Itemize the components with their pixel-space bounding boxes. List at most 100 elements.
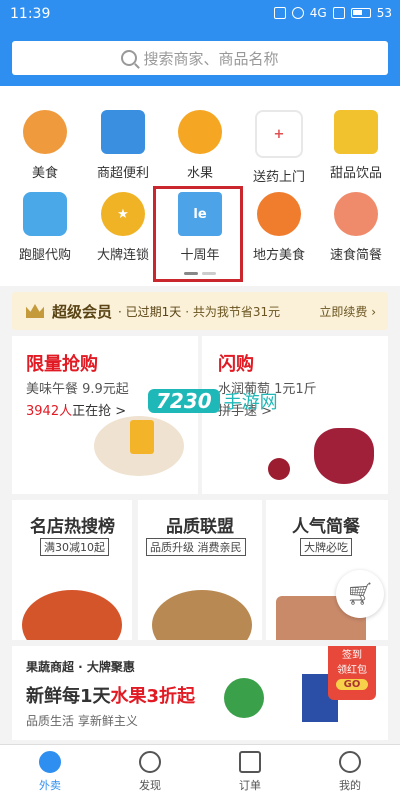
status-time: 11:39 xyxy=(10,6,51,22)
vip-banner[interactable]: 超级会员 · 已过期1天 · 共为我节省31元 立即续费 › xyxy=(12,292,388,330)
cart-icon: 🛒︎ xyxy=(346,581,374,607)
tab-label: 发现 xyxy=(139,779,161,792)
compass-icon xyxy=(139,751,161,773)
category-drinks[interactable]: 甜品饮品 xyxy=(316,110,396,181)
food-icon xyxy=(23,110,67,154)
checkin-top: 签到 xyxy=(342,650,362,661)
bottom-tab-bar: 外卖 发现 订单 我的 xyxy=(0,744,400,801)
fresh-title-b: 水果3折起 xyxy=(110,686,196,707)
tab-orders[interactable]: 订单 xyxy=(200,745,300,801)
category-label: 跑腿代购 xyxy=(18,248,71,263)
flash-sale-title: 限量抢购 xyxy=(26,354,98,375)
fresh-title: 新鲜每1天水果3折起 xyxy=(26,682,195,708)
vip-saved: · 共为我节省31元 xyxy=(185,304,281,319)
network-label: 4G xyxy=(309,6,327,20)
popular-tag: 大牌必吃 xyxy=(300,538,352,556)
category-label: 速食简餐 xyxy=(329,248,382,263)
star-icon: ★ xyxy=(101,192,145,236)
header: 搜索商家、商品名称 xyxy=(0,30,400,86)
hot-title: 名店热搜榜 xyxy=(30,517,115,537)
quality-card[interactable]: 品质联盟 品质升级 消费亲民 xyxy=(138,500,262,640)
search-input[interactable]: 搜索商家、商品名称 xyxy=(12,41,388,75)
flash-buy-card[interactable]: 闪购 水润葡萄 1元1斤 拼手速 > xyxy=(202,336,388,494)
checkin-go: GO xyxy=(336,679,368,690)
category-store[interactable]: 商超便利 xyxy=(83,110,163,181)
category-brand[interactable]: ★ 大牌连锁 xyxy=(83,192,163,263)
search-icon xyxy=(121,50,138,66)
tab-label: 外卖 xyxy=(39,779,61,792)
flash-sale-count-row: 3942人正在抢 > xyxy=(26,400,126,419)
fastfood-icon xyxy=(334,192,378,236)
errand-icon xyxy=(23,192,67,236)
fresh-sub: 品质生活 享新鲜主义 xyxy=(26,714,138,728)
battery-level: 53 xyxy=(376,6,392,20)
checkin-mid: 领红包 xyxy=(337,665,367,676)
category-fruit[interactable]: 水果 xyxy=(160,110,240,181)
user-icon xyxy=(339,751,361,773)
category-local-food[interactable]: 地方美食 xyxy=(239,192,319,263)
watermark-text: 手游网 xyxy=(223,392,278,413)
cherry-image xyxy=(268,458,290,480)
popular-title: 人气简餐 xyxy=(292,517,360,537)
category-errand[interactable]: 跑腿代购 xyxy=(5,192,85,263)
vibrate-icon xyxy=(273,7,286,19)
quality-title: 品质联盟 xyxy=(166,517,234,537)
category-label: 甜品饮品 xyxy=(329,166,382,181)
category-label: 地方美食 xyxy=(252,248,305,263)
vip-renew-button[interactable]: 立即续费 › xyxy=(319,303,376,320)
popular-meal-card[interactable]: 人气简餐 大牌必吃 xyxy=(266,500,388,640)
bowl-icon xyxy=(257,192,301,236)
category-food[interactable]: 美食 xyxy=(5,110,85,181)
category-label: 水果 xyxy=(186,166,213,181)
orange-icon xyxy=(178,110,222,154)
category-label: 商超便利 xyxy=(96,166,149,181)
checkin-red-packet[interactable]: 签到 领红包 GO xyxy=(328,646,376,700)
fresh-pre: 果蔬商超 · 大牌聚惠 xyxy=(26,660,135,674)
fresh-banner[interactable]: 果蔬商超 · 大牌聚惠 新鲜每1天水果3折起 品质生活 享新鲜主义 签到 领红包… xyxy=(12,646,388,740)
flash-sale-card[interactable]: 限量抢购 美味午餐 9.9元起 3942人正在抢 > xyxy=(12,336,198,494)
order-icon xyxy=(239,751,261,773)
store-icon xyxy=(101,110,145,154)
category-label: 美食 xyxy=(31,166,58,181)
flash-sale-sub: 美味午餐 9.9元起 xyxy=(26,382,129,397)
crown-icon xyxy=(26,304,44,318)
category-fastfood[interactable]: 速食简餐 xyxy=(316,192,396,263)
tab-label: 订单 xyxy=(239,779,261,792)
battery-icon xyxy=(350,8,371,18)
grape-image xyxy=(314,428,374,484)
tab-label: 我的 xyxy=(339,779,361,792)
alarm-icon xyxy=(291,7,304,19)
page-indicator xyxy=(184,272,216,275)
highlight-box xyxy=(153,186,243,282)
hot-tag: 满30减10起 xyxy=(40,538,109,556)
category-label: 大牌连锁 xyxy=(96,248,149,263)
status-bar: 11:39 4G 53 xyxy=(0,0,400,30)
category-medicine[interactable]: + 送药上门 xyxy=(239,110,319,185)
page-dot xyxy=(202,272,216,275)
tab-discover[interactable]: 发现 xyxy=(100,745,200,801)
tab-me[interactable]: 我的 xyxy=(300,745,400,801)
vip-title: 超级会员 xyxy=(52,302,113,321)
medicine-icon: + xyxy=(255,110,303,158)
flash-buy-title: 闪购 xyxy=(218,354,254,375)
vip-expired: · 已过期1天 xyxy=(118,304,182,319)
drink-icon xyxy=(334,110,378,154)
watermark: 7230 手游网 xyxy=(148,388,278,414)
flash-sale-count: 3942人 xyxy=(26,404,73,419)
quality-tag: 品质升级 消费亲民 xyxy=(146,538,246,556)
category-label: 送药上门 xyxy=(252,170,305,185)
dish-image xyxy=(152,590,252,640)
eleme-icon xyxy=(39,751,61,773)
page-dot xyxy=(184,272,198,275)
search-placeholder: 搜索商家、商品名称 xyxy=(143,49,279,68)
watermark-number: 7230 xyxy=(148,389,220,413)
hot-store-card[interactable]: 名店热搜榜 满30减10起 xyxy=(12,500,132,640)
tab-takeout[interactable]: 外卖 xyxy=(0,745,100,801)
status-icons: 4G 53 xyxy=(273,6,392,20)
hotpot-image xyxy=(22,590,122,640)
flash-sale-count-suffix: 正在抢 > xyxy=(72,404,127,419)
fresh-title-a: 新鲜每1天 xyxy=(26,686,111,707)
juice-image xyxy=(130,420,154,454)
cart-button[interactable]: 🛒︎ xyxy=(336,570,384,618)
signal-icon xyxy=(332,7,345,19)
